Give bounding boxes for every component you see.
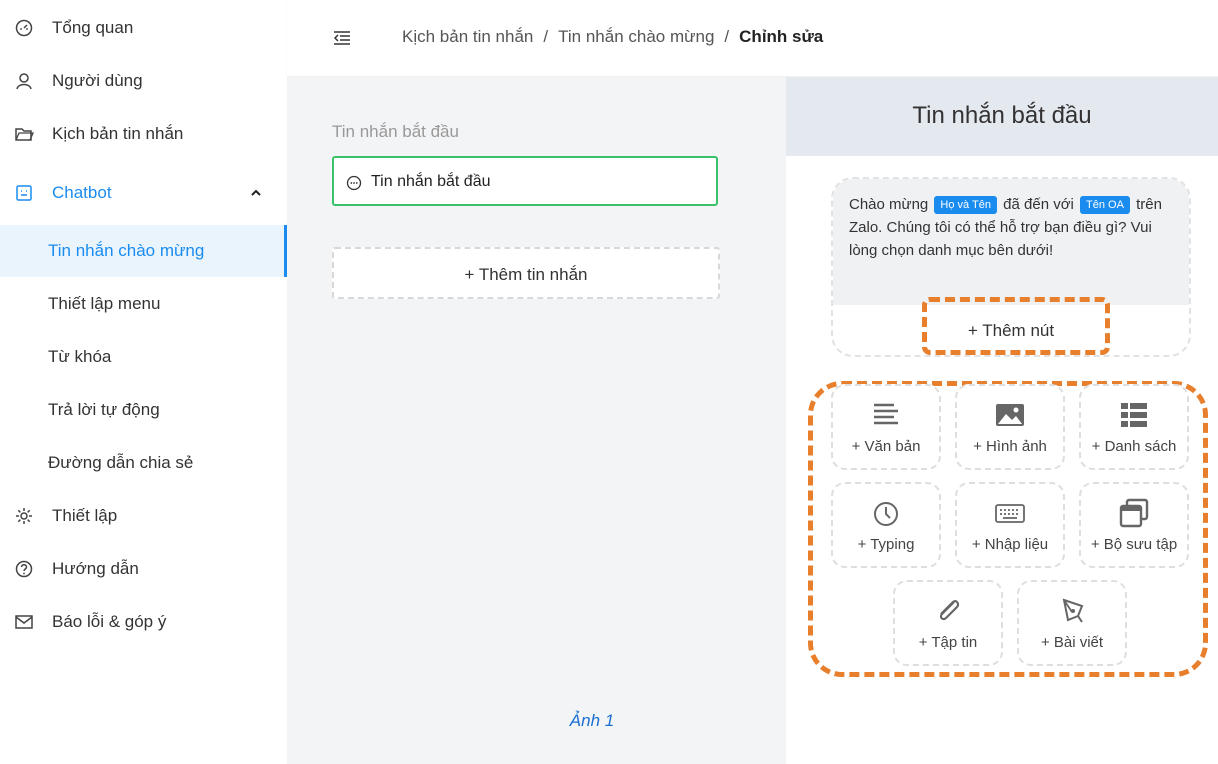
sidebar-item-keywords[interactable]: Từ khóa [0, 337, 287, 377]
add-message-button[interactable]: + Thêm tin nhắn [332, 247, 720, 299]
sidebar-item-label: Đường dẫn chia sẻ [48, 453, 194, 472]
oa-placeholder-tag: Tên OA [1080, 196, 1130, 215]
breadcrumb-separator: / [724, 27, 730, 46]
dashboard-icon [15, 19, 33, 37]
tile-label: + Bài viết [1040, 634, 1104, 651]
sidebar-item-overview[interactable]: Tổng quan [0, 8, 287, 48]
folder-icon [15, 128, 34, 141]
tile-label: + Tập tin [918, 634, 978, 651]
sidebar-item-menu-setup[interactable]: Thiết lập menu [0, 284, 287, 324]
sidebar-item-label: Kịch bản tin nhắn [52, 124, 184, 143]
name-placeholder-tag: Họ và Tên [934, 196, 997, 215]
breadcrumb-current: Chỉnh sửa [739, 27, 824, 46]
add-input-tile[interactable]: + Nhập liệu [955, 482, 1065, 568]
message-text[interactable]: Chào mừng Họ và Tên đã đến với Tên OA tr… [833, 179, 1189, 305]
breadcrumb-separator: / [543, 27, 549, 46]
add-text-tile[interactable]: + Văn bản [831, 384, 941, 470]
add-image-tile[interactable]: + Hình ảnh [955, 384, 1065, 470]
gear-icon [16, 508, 32, 524]
message-list-pane: Tin nhắn bắt đầu Tin nhắn bắt đầu + Thêm… [287, 77, 786, 764]
start-message-card[interactable]: Tin nhắn bắt đầu [332, 156, 718, 206]
sidebar-item-label: Trả lời tự động [48, 400, 160, 419]
sidebar-item-share-link[interactable]: Đường dẫn chia sẻ [0, 443, 287, 483]
breadcrumb: Kịch bản tin nhắn / Tin nhắn chào mừng / Chỉ… [402, 27, 823, 47]
sidebar-item-label: Thiết lập menu [48, 294, 161, 313]
start-message-label: Tin nhắn bắt đầu [371, 173, 491, 190]
sidebar-item-welcome-message[interactable]: Tin nhắn chào mừng [0, 225, 287, 277]
breadcrumb-item[interactable]: Tin nhắn chào mừng [558, 27, 714, 46]
chevron-up-icon[interactable] [250, 187, 262, 199]
user-icon [16, 73, 32, 90]
section-label: Tin nhắn bắt đầu [332, 122, 459, 141]
sidebar-item-label: Từ khóa [48, 347, 112, 366]
sidebar-item-label: Tổng quan [52, 18, 134, 37]
preview-title: Tin nhắn bắt đầu [912, 102, 1092, 129]
chat-bubble-icon [346, 175, 362, 191]
sidebar-item-guide[interactable]: Hướng dẫn [0, 549, 287, 589]
add-file-tile[interactable]: + Tập tin [893, 580, 1003, 666]
tile-label: + Văn bản [851, 438, 921, 455]
sidebar-item-label: Hướng dẫn [52, 559, 139, 578]
chatbot-icon [16, 185, 32, 201]
mail-icon [15, 615, 33, 629]
top-header: Kịch bản tin nhắn / Tin nhắn chào mừng / Chỉ… [287, 0, 1218, 77]
sidebar-item-scripts[interactable]: Kịch bản tin nhắn [0, 114, 287, 154]
image-icon [996, 404, 1024, 426]
paperclip-icon [939, 600, 960, 621]
sidebar-item-label: Chatbot [52, 183, 112, 202]
sidebar-item-feedback[interactable]: Báo lỗi & góp ý [0, 602, 287, 642]
sidebar-item-users[interactable]: Người dùng [0, 61, 287, 101]
menu-collapse-icon[interactable] [333, 30, 351, 46]
add-message-label: + Thêm tin nhắn [464, 265, 588, 284]
tile-label: + Hình ảnh [973, 438, 1047, 455]
text-lines-icon [874, 403, 898, 425]
tile-label: + Bộ sưu tập [1090, 536, 1178, 553]
add-gallery-tile[interactable]: + Bộ sưu tập [1079, 482, 1189, 568]
clock-icon [874, 502, 898, 526]
preview-header: Tin nhắn bắt đầu [786, 77, 1218, 156]
sidebar-item-settings[interactable]: Thiết lập [0, 496, 287, 536]
keyboard-icon [995, 504, 1025, 523]
message-text-part: đã đến với [998, 196, 1079, 213]
help-icon [15, 560, 33, 578]
add-list-tile[interactable]: + Danh sách [1079, 384, 1189, 470]
add-button-highlight [922, 297, 1110, 355]
add-typing-tile[interactable]: + Typing [831, 482, 941, 568]
tile-label: + Typing [857, 536, 915, 553]
sidebar-item-label: Người dùng [52, 71, 143, 90]
sidebar: Tổng quan Người dùng Kịch bản tin nhắn C… [0, 0, 287, 764]
message-text-part: Chào mừng [849, 196, 933, 213]
sidebar-item-label: Báo lỗi & góp ý [52, 612, 167, 631]
breadcrumb-item[interactable]: Kịch bản tin nhắn [402, 27, 533, 46]
list-icon [1121, 403, 1147, 427]
gallery-icon [1119, 498, 1149, 528]
tile-label: + Nhập liệu [971, 536, 1049, 553]
add-article-tile[interactable]: + Bài viết [1017, 580, 1127, 666]
sidebar-item-auto-reply[interactable]: Trả lời tự động [0, 390, 287, 430]
sidebar-item-label: Tin nhắn chào mừng [48, 241, 205, 260]
pen-icon [1062, 598, 1084, 623]
sidebar-item-chatbot[interactable]: Chatbot [0, 173, 287, 213]
preview-pane: Tin nhắn bắt đầu Chào mừng Họ và Tên đã … [786, 77, 1218, 764]
sidebar-item-label: Thiết lập [52, 506, 118, 525]
tile-label: + Danh sách [1091, 438, 1177, 455]
